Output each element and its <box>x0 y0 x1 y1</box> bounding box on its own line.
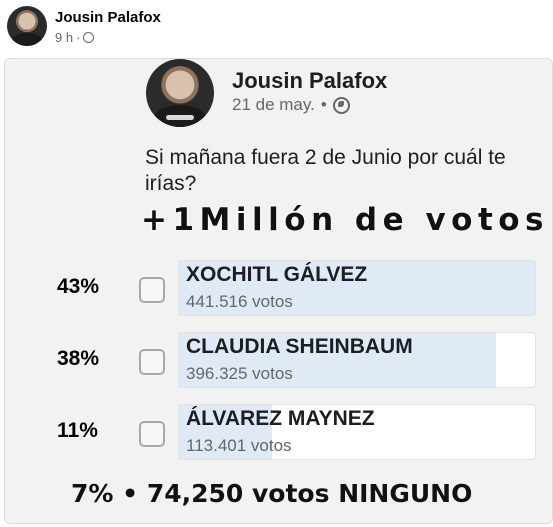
option-checkbox <box>139 277 165 303</box>
poll-footer: 7% • 74,250 votos NINGUNO <box>71 479 473 508</box>
meta-separator: · <box>76 30 81 45</box>
option-votes: 441.516 votos <box>186 292 293 311</box>
option-percent: 38% <box>57 347 100 370</box>
option-name: CLAUDIA SHEINBAUM <box>186 335 413 358</box>
card-author-avatar <box>146 59 214 127</box>
option-checkbox <box>139 421 165 447</box>
poll-question: Si mañana fuera 2 de Junio por cuál te i… <box>145 146 506 195</box>
shared-image-card[interactable]: Jousin Palafox 21 de may. • Si mañana fu… <box>4 58 553 524</box>
option-name: XOCHITL GÁLVEZ <box>186 263 368 286</box>
option-name: ÁLVAREZ MAYNEZ <box>186 407 375 430</box>
card-meta-separator: • <box>320 95 327 114</box>
globe-icon <box>332 96 350 114</box>
post-header: Jousin Palafox 9 h · <box>7 6 547 50</box>
card-meta: 21 de may. • <box>232 95 350 115</box>
option-percent: 11% <box>57 419 98 442</box>
post-time[interactable]: 9 h <box>55 30 73 45</box>
globe-icon[interactable] <box>83 32 95 43</box>
card-author-name: Jousin Palafox <box>232 68 388 93</box>
post-meta: 9 h · <box>55 30 95 45</box>
poll-option: 38% CLAUDIA SHEINBAUM 396.325 votos <box>5 332 552 388</box>
post-author-name[interactable]: Jousin Palafox <box>55 9 161 26</box>
avatar-shirt <box>11 33 43 46</box>
option-votes: 113.401 votos <box>186 436 292 455</box>
option-checkbox <box>139 349 165 375</box>
option-votes: 396.325 votos <box>186 364 293 383</box>
poll-headline: +1Millón de votos <box>141 202 550 238</box>
option-percent: 43% <box>57 275 100 298</box>
author-avatar[interactable] <box>7 6 47 46</box>
poll-option: 11% ÁLVAREZ MAYNEZ 113.401 votos <box>5 404 552 460</box>
card-date: 21 de may. <box>232 95 315 114</box>
avatar-shirt-stripe <box>166 114 194 121</box>
poll-option: 43% XOCHITL GÁLVEZ 441.516 votos <box>5 260 552 316</box>
